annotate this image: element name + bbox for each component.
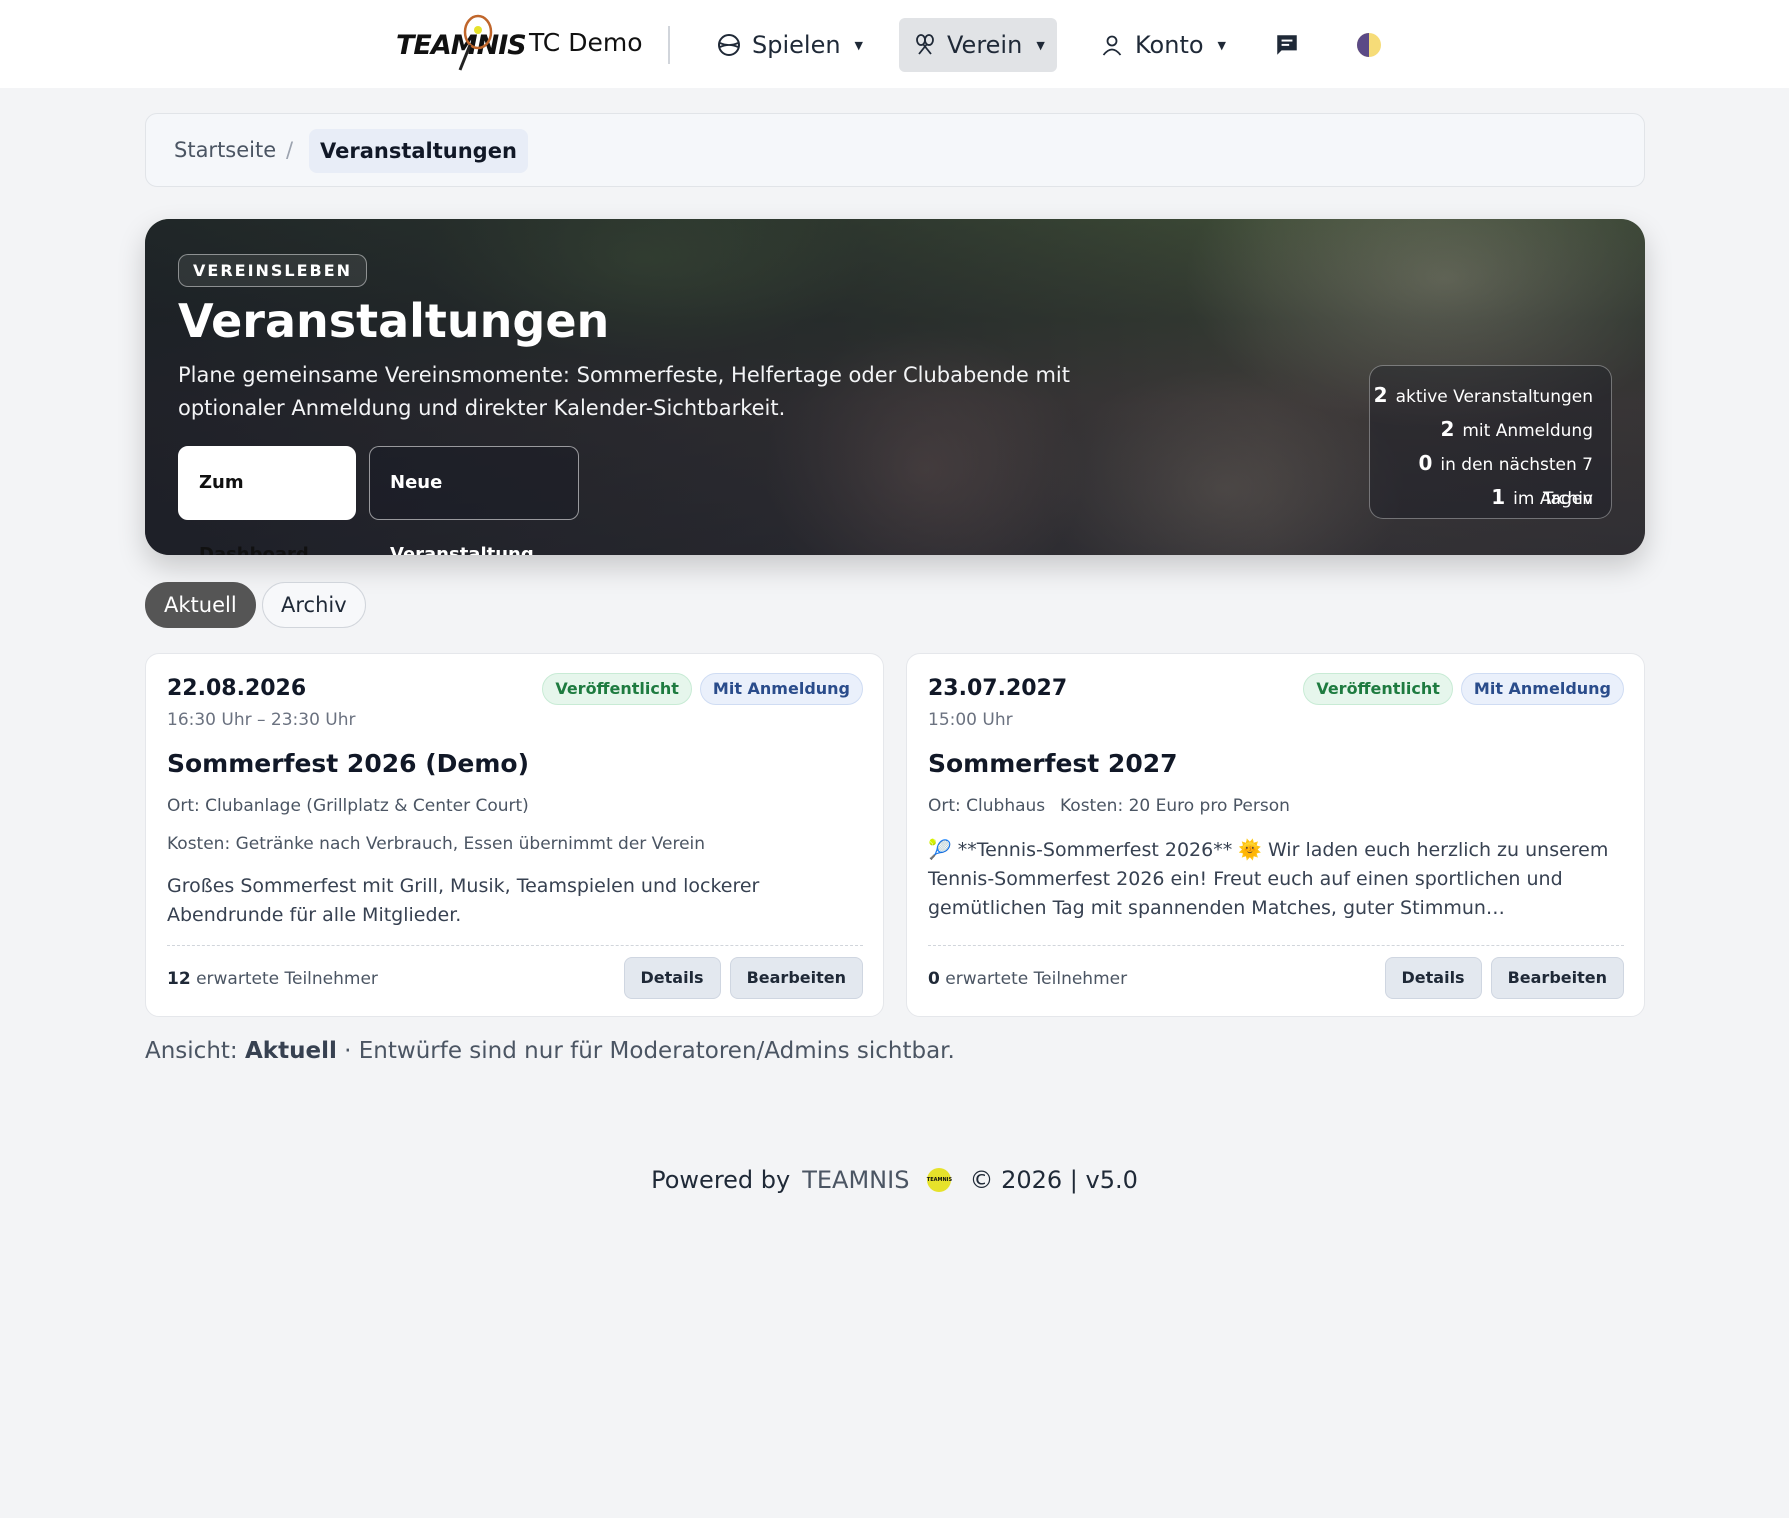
edit-button[interactable]: Bearbeiten — [729, 957, 863, 999]
event-badges: Veröffentlicht Mit Anmeldung — [542, 673, 863, 705]
page-title: Veranstaltungen — [178, 294, 610, 348]
hero-stats: 2 aktive Veranstaltungen 2 mit Anmeldung 0… — [1369, 365, 1612, 519]
stat-label: aktive Veranstaltungen — [1395, 387, 1593, 407]
stat-value: 2 — [1440, 417, 1455, 441]
footer: Powered by TEAMNIS TEAMNIS © 2026 | v5.0 — [0, 1166, 1789, 1194]
event-time: 15:00 Uhr — [928, 710, 1013, 730]
nav-item-label: Konto — [1135, 31, 1204, 59]
status-badge: Veröffentlicht — [1303, 673, 1453, 705]
status-badge: Veröffentlicht — [542, 673, 692, 705]
event-badges: Veröffentlicht Mit Anmeldung — [1303, 673, 1624, 705]
details-button[interactable]: Details — [1384, 957, 1482, 999]
top-navbar: TEAMNIS TC Demo Spielen ▼ Verein ▼ Konto… — [0, 0, 1789, 88]
participants-count: 12 erwartete Teilnehmer — [167, 969, 378, 989]
footer-powered-by: Powered by — [651, 1166, 791, 1194]
stat-active: 2 aktive Veranstaltungen — [1370, 378, 1593, 412]
breadcrumb-current: Veranstaltungen — [309, 129, 528, 173]
hero-banner: VEREINSLEBEN Veranstaltungen Plane gemei… — [145, 219, 1645, 555]
event-description: 🎾 **Tennis-Sommerfest 2026** 🌞 Wir laden… — [928, 839, 1609, 919]
event-location: Ort: Clubhaus — [928, 796, 1046, 816]
event-card: 23.07.2027 15:00 Uhr Veröffentlicht Mit … — [906, 653, 1645, 1017]
participants-label: erwartete Teilnehmer — [196, 969, 378, 989]
registration-badge: Mit Anmeldung — [1460, 673, 1624, 705]
stat-archive: 1 im Archiv — [1370, 480, 1593, 514]
event-title: Sommerfest 2026 (Demo) — [167, 749, 529, 778]
nav-item-verein[interactable]: Verein ▼ — [899, 18, 1057, 72]
filter-current[interactable]: Aktuell — [145, 582, 256, 628]
dashboard-button[interactable]: Zum Dashboard — [178, 446, 356, 555]
event-location: Ort: Clubanlage (Grillplatz & Center Cou… — [167, 796, 529, 816]
chat-icon — [1274, 32, 1300, 58]
user-icon — [1099, 32, 1125, 58]
chat-button[interactable] — [1260, 18, 1314, 72]
stat-registration: 2 mit Anmeldung — [1370, 412, 1593, 446]
hero-kicker: VEREINSLEBEN — [178, 254, 368, 287]
event-title: Sommerfest 2027 — [928, 749, 1178, 778]
stat-label: mit Anmeldung — [1462, 421, 1593, 441]
club-name[interactable]: TC Demo — [529, 28, 643, 57]
details-button[interactable]: Details — [623, 957, 721, 999]
registration-badge: Mit Anmeldung — [699, 673, 863, 705]
stat-value: 1 — [1491, 485, 1506, 509]
event-date: 23.07.2027 — [928, 676, 1068, 701]
breadcrumb-separator: / — [286, 138, 294, 162]
theme-toggle-icon — [1356, 32, 1382, 58]
participants-number: 0 — [928, 969, 940, 989]
nav-item-label: Spielen — [752, 31, 841, 59]
stat-value: 2 — [1373, 383, 1388, 407]
tennis-ball-logo-icon: TEAMNIS — [927, 1168, 952, 1192]
stat-value: 0 — [1418, 451, 1433, 475]
nav-item-konto[interactable]: Konto ▼ — [1085, 18, 1240, 72]
card-actions: Details Bearbeiten — [1384, 957, 1624, 999]
nav-divider — [668, 26, 670, 64]
view-note-prefix: Ansicht: — [145, 1038, 238, 1064]
crossed-rackets-icon — [913, 32, 937, 58]
participants-count: 0 erwartete Teilnehmer — [928, 969, 1127, 989]
event-description: Großes Sommerfest mit Grill, Musik, Team… — [167, 875, 760, 926]
event-cost: Kosten: 20 Euro pro Person — [1060, 796, 1290, 816]
participants-label: erwartete Teilnehmer — [945, 969, 1128, 989]
stat-next-7-days: 0 in den nächsten 7 Tagen — [1370, 446, 1593, 509]
card-divider — [167, 945, 863, 946]
nav-item-spielen[interactable]: Spielen ▼ — [702, 18, 877, 72]
new-event-button[interactable]: Neue Veranstaltung — [369, 446, 579, 555]
event-card: 22.08.2026 16:30 Uhr – 23:30 Uhr Veröffe… — [145, 653, 884, 1017]
teamnis-logo[interactable]: TEAMNIS — [396, 14, 527, 72]
participants-number: 12 — [167, 969, 191, 989]
card-actions: Details Bearbeiten — [623, 957, 863, 999]
edit-button[interactable]: Bearbeiten — [1490, 957, 1624, 999]
footer-brand-link[interactable]: TEAMNIS — [802, 1166, 909, 1194]
event-date: 22.08.2026 — [167, 676, 307, 701]
theme-toggle-button[interactable] — [1342, 18, 1396, 72]
hero-subtitle: Plane gemeinsame Vereinsmomente: Sommerf… — [178, 363, 1070, 420]
caret-down-icon: ▼ — [1217, 38, 1226, 52]
breadcrumb: Startseite / Veranstaltungen — [145, 113, 1645, 187]
event-time: 16:30 Uhr – 23:30 Uhr — [167, 710, 356, 730]
filter-archive[interactable]: Archiv — [262, 582, 366, 628]
view-note: Ansicht: Aktuell · Entwürfe sind nur für… — [145, 1038, 955, 1064]
event-cost: Kosten: Getränke nach Verbrauch, Essen ü… — [167, 834, 706, 854]
tennis-ball-icon — [716, 32, 742, 58]
stat-label: im Archiv — [1513, 489, 1593, 509]
caret-down-icon: ▼ — [1036, 38, 1045, 52]
nav-item-label: Verein — [947, 31, 1023, 59]
racket-icon — [458, 14, 493, 71]
footer-copyright: © 2026 | v5.0 — [969, 1166, 1138, 1194]
caret-down-icon: ▼ — [854, 38, 864, 52]
card-divider — [928, 945, 1624, 946]
view-note-suffix: · Entwürfe sind nur für Moderatoren/Admi… — [344, 1038, 955, 1064]
breadcrumb-home[interactable]: Startseite — [174, 138, 276, 162]
view-note-current: Aktuell — [245, 1038, 337, 1064]
